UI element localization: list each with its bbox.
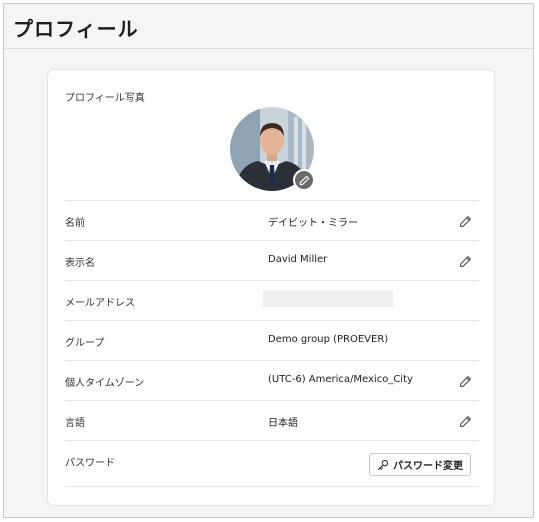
pencil-icon	[459, 375, 471, 387]
divider	[65, 486, 479, 487]
name-edit-button[interactable]	[457, 213, 473, 229]
pencil-icon	[459, 215, 471, 227]
profile-photo-label: プロフィール写真	[65, 93, 145, 104]
email-value-redacted	[263, 290, 393, 307]
row-timezone: 個人タイムゾーン (UTC-6) America/Mexico_City	[65, 360, 479, 400]
change-password-button[interactable]: パスワード変更	[369, 453, 471, 476]
language-edit-button[interactable]	[457, 413, 473, 429]
language-value: 日本語	[268, 418, 298, 429]
password-label: パスワード	[65, 458, 115, 469]
pencil-icon	[299, 175, 309, 185]
row-language: 言語 日本語	[65, 400, 479, 440]
display-name-value: David Miller	[268, 254, 328, 265]
profile-photo	[230, 107, 315, 191]
row-email: メールアドレス	[65, 280, 479, 320]
page-title: プロフィール	[13, 17, 139, 41]
row-group: グループ Demo group (PROEVER)	[65, 320, 479, 360]
page-header: プロフィール	[4, 4, 533, 49]
timezone-edit-button[interactable]	[457, 373, 473, 389]
display-name-edit-button[interactable]	[457, 253, 473, 269]
change-password-label: パスワード変更	[393, 461, 463, 472]
language-label: 言語	[65, 418, 85, 429]
profile-card: プロフィール写真 名前 デイビット・ミラー 表示名 David Miller メ…	[47, 69, 495, 506]
key-icon	[377, 459, 389, 470]
display-name-label: 表示名	[65, 258, 95, 269]
row-display-name: 表示名 David Miller	[65, 240, 479, 280]
app-window: プロフィール プロフィール写真 名前 デイビット・ミラー 表示名 David M…	[3, 3, 534, 518]
timezone-label: 個人タイムゾーン	[65, 378, 145, 389]
email-label: メールアドレス	[65, 298, 135, 309]
timezone-value: (UTC-6) America/Mexico_City	[268, 374, 413, 385]
name-label: 名前	[65, 218, 85, 229]
group-label: グループ	[65, 338, 105, 349]
row-name: 名前 デイビット・ミラー	[65, 200, 479, 240]
group-value: Demo group (PROEVER)	[268, 334, 389, 345]
name-value: デイビット・ミラー	[268, 218, 358, 229]
row-password: パスワード パスワード変更	[65, 440, 479, 486]
pencil-icon	[459, 255, 471, 267]
photo-edit-button[interactable]	[293, 169, 315, 191]
pencil-icon	[459, 415, 471, 427]
